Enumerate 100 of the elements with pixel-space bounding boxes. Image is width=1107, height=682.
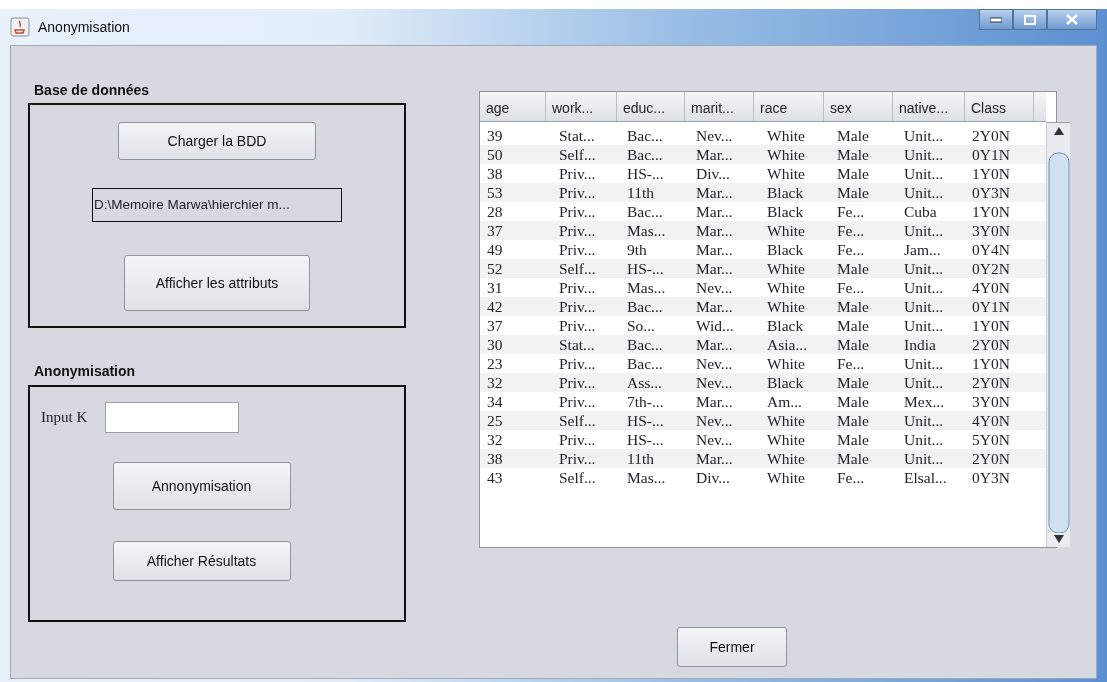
table-cell: 31 [487,279,503,296]
table-cell: 23 [487,355,503,372]
scroll-up-icon[interactable] [1053,127,1064,135]
table-cell: Unit... [904,222,944,239]
table-cell: 1Y0N [972,317,1010,334]
table-cell: 1Y0N [972,165,1010,182]
table-cell: 49 [487,241,503,258]
table-cell: So... [627,317,655,334]
table-cell: Mar... [696,241,733,258]
table-cell: Priv... [559,431,596,448]
column-header[interactable]: race [754,92,824,121]
table-cell: 1Y0N [972,203,1010,220]
column-header[interactable]: marit... [685,92,754,121]
table-cell: Bac... [627,336,663,353]
maximize-button[interactable] [1013,9,1047,30]
close-button[interactable]: Fermer [677,627,787,667]
table-cell: Fe... [837,222,865,239]
column-header[interactable]: age [480,92,546,121]
table-cell: Stat... [559,127,595,144]
table-cell: 2Y0N [972,450,1010,467]
table-cell: Bac... [627,127,663,144]
table-cell: Bac... [627,203,663,220]
table-cell: 0Y1N [972,298,1010,315]
table-cell: White [767,450,805,467]
table-cell: Priv... [559,450,596,467]
table-cell: White [767,431,805,448]
scroll-down-icon[interactable] [1053,535,1064,543]
table-cell: Elsal... [904,469,947,486]
table-cell: Male [837,374,869,391]
table-cell: Priv... [559,298,596,315]
column-header[interactable]: Class [965,92,1034,121]
table-cell: Mar... [696,450,733,467]
table-cell: Mex... [904,393,945,410]
table-cell: Asia... [767,336,808,353]
table-cell: 7th-... [627,393,664,410]
table-cell: Mas... [627,222,666,239]
attributes-button[interactable]: Afficher les attributs [124,255,310,312]
column-header[interactable]: sex [824,92,893,121]
table-cell: Male [837,298,869,315]
table-cell: 34 [487,393,503,410]
table-cell: Male [837,165,869,182]
table-cell: Self... [559,146,596,163]
minimize-icon [990,16,1002,23]
table-cell: White [767,279,805,296]
table-cell: Div... [696,165,730,182]
minimize-button[interactable] [979,9,1013,30]
table-cell: Black [767,203,804,220]
close-button[interactable] [1047,9,1097,30]
table-cell: Bac... [627,146,663,163]
table-cell: Male [837,336,869,353]
table-cell: Priv... [559,279,596,296]
table-cell: 4Y0N [972,412,1010,429]
table-cell: Male [837,184,869,201]
table-cell: White [767,165,805,182]
table-cell: Unit... [904,127,944,144]
window-title: Anonymisation [38,17,130,37]
anonymise-button[interactable]: Annonymisation [112,462,291,510]
k-input-field[interactable] [105,402,240,433]
table-cell: White [767,469,805,486]
column-header[interactable]: native... [893,92,965,121]
table-cell: HS-... [627,431,664,448]
table-cell: Male [837,317,869,334]
table-cell: White [767,412,805,429]
table-cell: Priv... [559,374,596,391]
table-cell: Bac... [627,355,663,372]
table-cell: 0Y3N [972,184,1010,201]
results-button[interactable]: Afficher Résultats [112,541,291,581]
table-cell: 0Y4N [972,241,1010,258]
table-cell: Mas... [627,469,666,486]
table-cell: 25 [487,412,503,429]
load-button[interactable]: Charger la BDD [118,122,316,160]
table-cell: Priv... [559,184,596,201]
table-cell: Ass... [627,374,662,391]
table-cell: Mar... [696,146,733,163]
table-cell: White [767,260,805,277]
table-cell: Unit... [904,146,944,163]
column-header[interactable]: educ... [617,92,685,121]
table-cell: Self... [559,260,596,277]
table-cell: Unit... [904,317,944,334]
table-cell: 30 [487,336,503,353]
table-cell: 32 [487,374,503,391]
table-cell: Unit... [904,355,944,372]
table-cell: Black [767,184,804,201]
table-cell: 42 [487,298,503,315]
path-label: D:\Memoire Marwa\hierchier m... [92,188,342,223]
table-cell: Unit... [904,260,944,277]
table-cell: 28 [487,203,503,220]
table-cell: 43 [487,469,503,486]
section-title: Base de données [34,81,151,100]
table-cell: Priv... [559,241,596,258]
table-cell: HS-... [627,165,664,182]
table-cell: Unit... [904,431,944,448]
table-cell: Mar... [696,203,733,220]
table-cell: Nev... [696,279,733,296]
table-cell: Male [837,393,869,410]
column-header[interactable]: work... [546,92,617,121]
table-cell: Priv... [559,165,596,182]
table-cell: 2Y0N [972,127,1010,144]
table-cell: 52 [487,260,503,277]
table-cell: Mar... [696,184,733,201]
